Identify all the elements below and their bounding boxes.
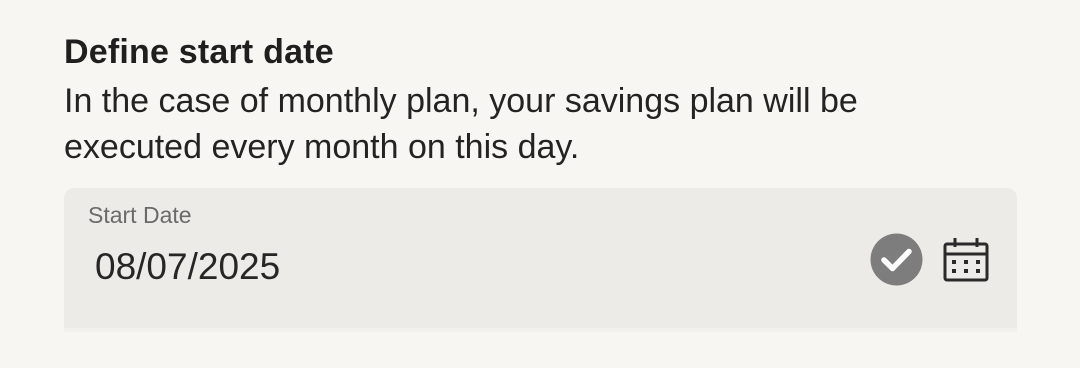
calendar-icon[interactable]	[943, 237, 989, 283]
section-title: Define start date	[64, 33, 334, 71]
start-date-field[interactable]: Start Date 08/07/2025	[64, 188, 1017, 332]
start-date-label: Start Date	[88, 202, 192, 228]
field-underline	[64, 328, 1017, 332]
check-circle-icon	[870, 233, 923, 286]
section-description: In the case of monthly plan, your saving…	[64, 82, 858, 166]
start-date-input[interactable]: 08/07/2025	[95, 246, 280, 288]
